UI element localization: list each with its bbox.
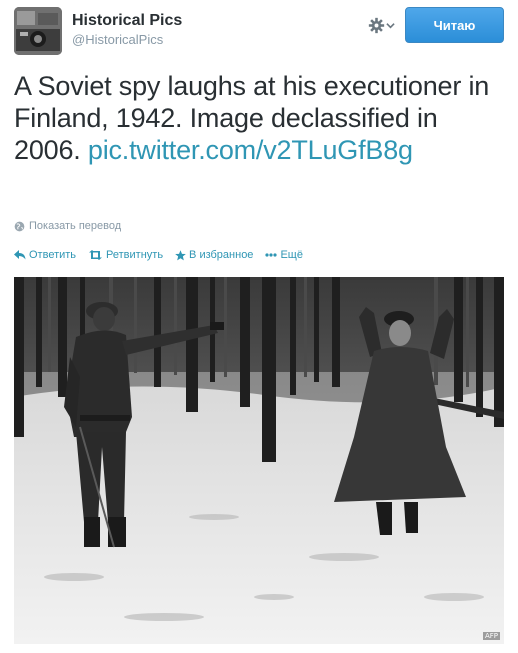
reply-icon — [14, 250, 26, 260]
gear-icon — [368, 17, 385, 33]
avatar-image — [14, 7, 62, 55]
follow-button[interactable]: Читаю — [405, 7, 504, 43]
favorite-label: В избранное — [189, 249, 254, 261]
ellipsis-icon — [265, 253, 278, 257]
reply-label: Ответить — [29, 249, 77, 261]
photo-image — [14, 277, 504, 644]
photo-credit: AFP — [482, 632, 500, 640]
tweet-text: A Soviet spy laughs at his executioner i… — [14, 70, 504, 166]
tweet-actions: Ответить Ретвитнуть В избранное Ещё — [14, 249, 303, 261]
avatar[interactable] — [14, 7, 62, 55]
reply-button[interactable]: Ответить — [14, 249, 76, 261]
more-button[interactable]: Ещё — [265, 249, 303, 261]
display-name[interactable]: Historical Pics — [72, 12, 182, 30]
user-names: Historical Pics @HistoricalPics — [72, 12, 182, 49]
username[interactable]: @HistoricalPics — [72, 31, 182, 49]
translate-label: Показать перевод — [29, 220, 122, 232]
star-icon — [175, 249, 186, 260]
translate-link[interactable]: Показать перевод — [14, 220, 121, 232]
more-label: Ещё — [280, 249, 303, 261]
user-actions-dropdown[interactable] — [368, 15, 400, 35]
retweet-icon — [89, 250, 103, 260]
retweet-button[interactable]: Ретвитнуть — [88, 249, 163, 261]
tweet-photo[interactable]: AFP — [14, 277, 504, 644]
globe-icon — [14, 221, 25, 231]
favorite-button[interactable]: В избранное — [175, 249, 253, 261]
retweet-label: Ретвитнуть — [106, 249, 164, 261]
tweet-header: Historical Pics @HistoricalPics Читаю — [14, 7, 504, 55]
chevron-down-icon — [386, 22, 395, 28]
tweet-media-link[interactable]: pic.twitter.com/v2TLuGfB8g — [88, 135, 413, 165]
